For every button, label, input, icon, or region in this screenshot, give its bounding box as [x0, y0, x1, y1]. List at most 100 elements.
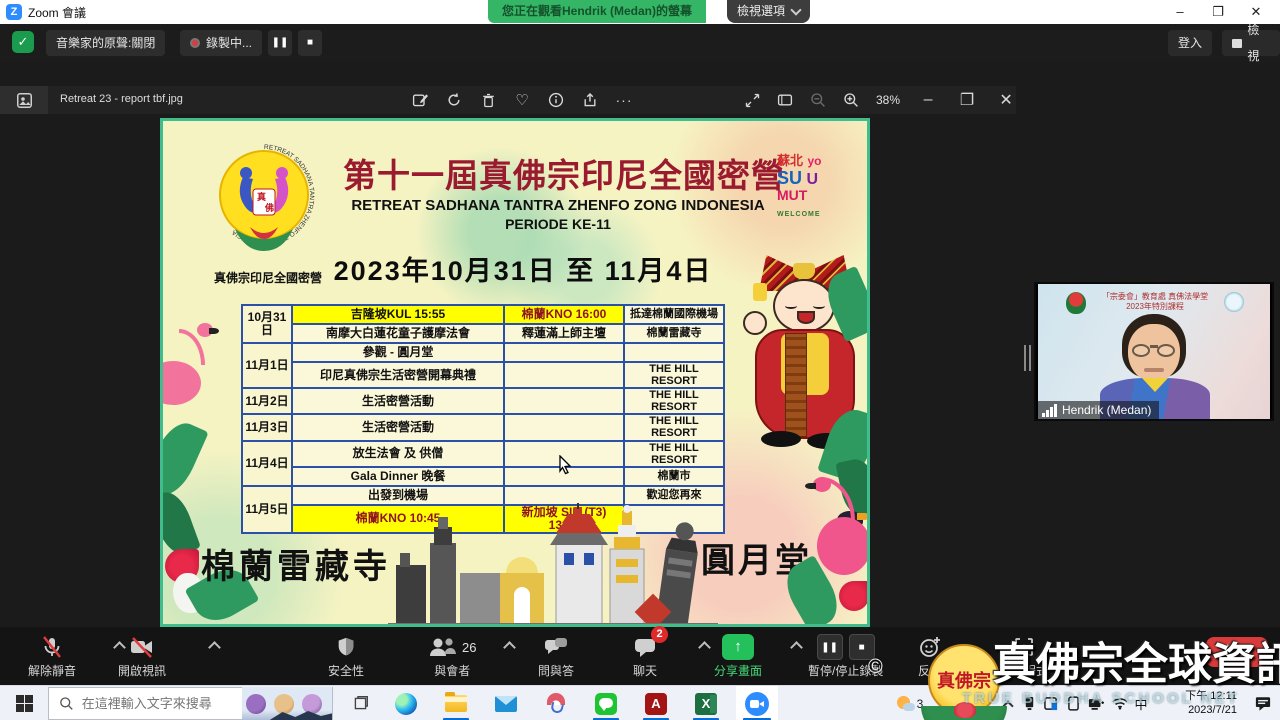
view-button[interactable]: 檢視 — [1222, 30, 1280, 56]
participants-options-caret[interactable] — [505, 641, 514, 650]
schedule-cell: 出發到機場 — [292, 486, 504, 505]
viewer-minimize-button[interactable]: – — [911, 86, 945, 114]
schedule-cell: THE HILL RESORT — [624, 441, 724, 467]
more-options-button[interactable]: ··· — [610, 86, 638, 114]
participant-name-tag: Hendrik (Medan) — [1038, 401, 1159, 419]
apps-button[interactable]: 應用程式 — [1000, 632, 1048, 679]
viewer-restore-button[interactable]: ❐ — [950, 86, 984, 114]
favorite-heart-button[interactable]: ♡ — [508, 86, 536, 114]
chapter-crest-logo — [1066, 292, 1086, 314]
taskbar-search-box[interactable] — [48, 687, 333, 720]
video-panel-drag-handle[interactable] — [1024, 345, 1031, 371]
start-video-button[interactable]: 開啟視訊 — [118, 632, 166, 679]
chat-button[interactable]: 2 聊天 — [632, 632, 658, 679]
share-screen-button[interactable]: ↑ 分享畫面 — [714, 632, 762, 679]
taskbar-mail[interactable] — [486, 686, 526, 720]
participants-count: 26 — [462, 640, 476, 655]
virtual-background-caption: 「宗委會」教育處 真佛法學堂 2023年特別課程 — [1090, 292, 1220, 313]
windows-logo-icon — [16, 695, 33, 712]
pause-recording-button[interactable]: ❚❚ — [268, 30, 292, 56]
schedule-cell: 棉蘭市 — [624, 467, 724, 486]
hidden-icons-caret[interactable] — [1000, 686, 1016, 720]
taskbar-fan-app[interactable] — [536, 686, 576, 720]
tray-wifi-icon[interactable] — [1108, 686, 1132, 720]
participants-button[interactable]: 26 與會者 — [428, 632, 476, 679]
chat-bubble-icon: 2 — [632, 632, 658, 662]
video-options-caret[interactable] — [210, 641, 219, 650]
tray-display-icon[interactable] — [1084, 686, 1108, 720]
share-options-caret[interactable] — [792, 641, 801, 650]
security-button[interactable]: 安全性 — [328, 632, 364, 679]
qa-button[interactable]: 問與答 — [538, 632, 574, 679]
schedule-table: 10月31日 吉隆坡KUL 15:55 棉蘭KNO 16:00 抵達棉蘭國際機場… — [241, 304, 725, 534]
stop-recording-icon[interactable]: ■ — [849, 634, 875, 660]
taskbar-excel[interactable]: X — [686, 686, 726, 720]
poster-title: 第十一屆真佛宗印尼全國密營 — [343, 149, 773, 197]
search-highlight-decoration[interactable] — [242, 687, 332, 720]
taskbar-zoom-active[interactable] — [736, 686, 778, 720]
schedule-date: 11月4日 — [242, 441, 292, 486]
zoom-out-icon[interactable] — [804, 86, 832, 114]
pause-stop-recording-button[interactable]: ❚❚ ■ 暫停/停止錄製 — [808, 632, 883, 679]
zoom-in-icon[interactable] — [837, 86, 865, 114]
search-icon — [59, 696, 74, 711]
photo-viewer-titlebar: Retreat 23 - report tbf.jpg ♡ ··· 38% – … — [0, 86, 1016, 114]
info-button[interactable] — [542, 86, 570, 114]
reactions-button[interactable]: 反應 — [918, 632, 942, 679]
retreat-logo: RETREAT SADHANA TANTRA ZHENFO ZONG INDON… — [205, 137, 323, 262]
screen: Z Zoom 會議 – ❐ ✕ 您正在觀看Hendrik (Medan)的螢幕 … — [0, 0, 1280, 720]
pause-recording-icon[interactable]: ❚❚ — [817, 634, 843, 660]
flamingo-left — [160, 301, 215, 441]
share-button[interactable] — [576, 86, 604, 114]
unmute-button[interactable]: 解除靜音 — [28, 632, 76, 679]
weather-icon — [897, 696, 915, 712]
view-options-button[interactable]: 檢視選項 — [727, 0, 810, 23]
view-options-label: 檢視選項 — [737, 0, 785, 23]
viewer-close-button[interactable]: ✕ — [989, 86, 1023, 114]
taskbar-file-explorer[interactable] — [436, 686, 476, 720]
zoom-level: 38% — [870, 93, 906, 107]
start-button[interactable] — [0, 686, 48, 720]
taskbar-acrobat[interactable]: A — [636, 686, 676, 720]
ime-indicator[interactable]: 中 — [1130, 686, 1152, 720]
taskbar-edge[interactable] — [386, 686, 426, 720]
schedule-cell: 印尼真佛宗生活密營開幕典禮 — [292, 362, 504, 388]
badge-u: U — [806, 171, 818, 188]
tray-weather[interactable]: 3 — [888, 686, 932, 720]
participant-video-tile[interactable]: 「宗委會」教育處 真佛法學堂 2023年特別課程 Hendrik (Medan) — [1034, 282, 1274, 421]
watching-screen-banner: 您正在觀看Hendrik (Medan)的螢幕 — [488, 0, 706, 23]
tray-device-icon[interactable] — [1018, 686, 1040, 720]
badge-su: SU — [777, 168, 802, 188]
schedule-cell: 歡迎您再來 — [624, 486, 724, 505]
schedule-cell: 南摩大白蓮花童子護摩法會 — [292, 324, 504, 343]
taskbar-line[interactable] — [586, 686, 626, 720]
schedule-cell — [504, 486, 624, 505]
tray-onedrive-icon[interactable] — [1040, 686, 1062, 720]
badge-welcome: WELCOME — [777, 211, 821, 218]
sumut-welcome-badge: 蘇北 yo SU U MUT WELCOME — [777, 153, 857, 220]
chat-options-caret[interactable] — [700, 641, 709, 650]
file-explorer-icon — [445, 695, 467, 712]
apps-icon — [1012, 632, 1036, 662]
delete-button[interactable] — [474, 86, 502, 114]
meeting-security-shield-icon[interactable]: ✓ — [12, 31, 34, 53]
signin-button[interactable]: 登入 — [1168, 30, 1212, 56]
tray-clock[interactable]: 下午 12:11 2023/7/21 — [1155, 686, 1241, 720]
zoom-taskbar-icon — [745, 692, 769, 716]
tray-phone-icon[interactable] — [1062, 686, 1084, 720]
mail-icon — [495, 696, 517, 712]
fit-to-window-icon[interactable] — [738, 86, 766, 114]
stop-recording-button[interactable]: ■ — [298, 30, 322, 56]
action-center-button[interactable] — [1248, 686, 1278, 720]
participants-icon: 26 — [428, 632, 476, 662]
leave-meeting-button[interactable]: 離開 — [1206, 637, 1268, 667]
weather-temp: 3 — [917, 697, 924, 711]
search-input[interactable] — [82, 696, 242, 711]
original-sound-button[interactable]: 音樂家的原聲:關閉 — [46, 30, 165, 56]
rotate-button[interactable] — [440, 86, 468, 114]
slideshow-icon[interactable] — [771, 86, 799, 114]
photo-viewer-tab[interactable] — [0, 86, 48, 114]
schedule-cell — [504, 343, 624, 362]
edit-image-button[interactable] — [406, 86, 434, 114]
task-view-button[interactable] — [340, 686, 380, 720]
